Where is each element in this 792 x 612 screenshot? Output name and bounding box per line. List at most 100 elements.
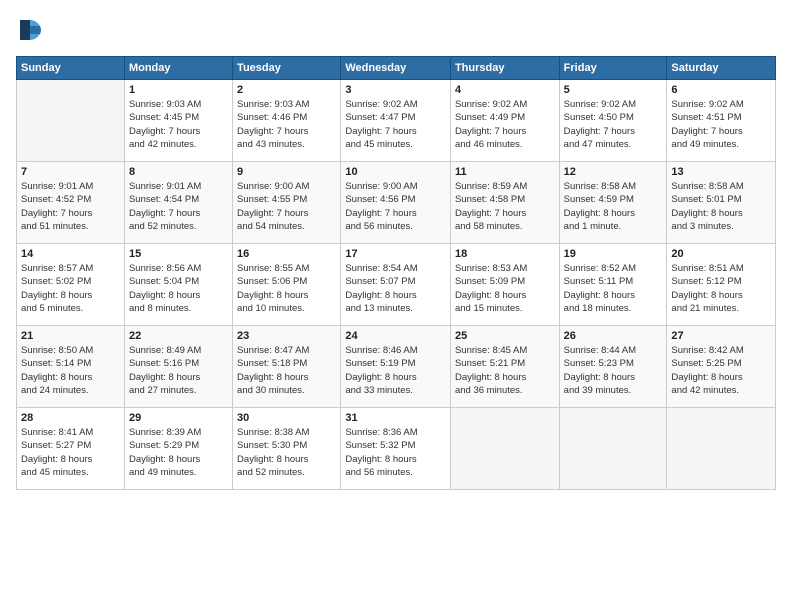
day-number: 15 (129, 248, 228, 260)
day-number: 24 (345, 330, 446, 342)
day-info: Sunrise: 8:51 AM Sunset: 5:12 PM Dayligh… (671, 262, 771, 315)
header (16, 16, 776, 44)
day-info: Sunrise: 9:01 AM Sunset: 4:52 PM Dayligh… (21, 180, 120, 233)
day-number: 27 (671, 330, 771, 342)
day-info: Sunrise: 8:52 AM Sunset: 5:11 PM Dayligh… (564, 262, 663, 315)
calendar-cell: 4Sunrise: 9:02 AM Sunset: 4:49 PM Daylig… (450, 80, 559, 162)
calendar-cell (17, 80, 125, 162)
day-info: Sunrise: 9:03 AM Sunset: 4:46 PM Dayligh… (237, 98, 336, 151)
calendar-cell: 8 Sunrise: 9:01 AM Sunset: 4:54 PM Daylig… (124, 162, 232, 244)
day-number: 3 (345, 84, 446, 96)
day-info: Sunrise: 8:55 AM Sunset: 5:06 PM Dayligh… (237, 262, 336, 315)
day-number: 31 (345, 412, 446, 424)
calendar-cell: 16Sunrise: 8:55 AM Sunset: 5:06 PM Dayli… (233, 244, 341, 326)
week-row-2: 7Sunrise: 9:01 AM Sunset: 4:52 PM Daylig… (17, 162, 776, 244)
day-info: Sunrise: 8:50 AM Sunset: 5:14 PM Dayligh… (21, 344, 120, 397)
day-number: 23 (237, 330, 336, 342)
logo-icon (16, 16, 44, 44)
week-row-5: 28 Sunrise: 8:41 AM Sunset: 5:27 PM Dayli… (17, 408, 776, 490)
week-row-1: 1 Sunrise: 9:03 AM Sunset: 4:45 PM Daylig… (17, 80, 776, 162)
day-number: 6 (671, 84, 771, 96)
day-number: 9 (237, 166, 336, 178)
day-info: Sunrise: 9:00 AM Sunset: 4:56 PM Dayligh… (345, 180, 446, 233)
day-number: 2 (237, 84, 336, 96)
calendar-header-row: SundayMondayTuesdayWednesdayThursdayFrid… (17, 57, 776, 80)
calendar-cell: 12Sunrise: 8:58 AM Sunset: 4:59 PM Dayli… (559, 162, 667, 244)
calendar-cell: 13 Sunrise: 8:58 AM Sunset: 5:01 PM Dayli… (667, 162, 776, 244)
day-info: Sunrise: 8:45 AM Sunset: 5:21 PM Dayligh… (455, 344, 555, 397)
calendar-cell: 11Sunrise: 8:59 AM Sunset: 4:58 PM Dayli… (450, 162, 559, 244)
day-number: 30 (237, 412, 336, 424)
calendar-cell: 29 Sunrise: 8:39 AM Sunset: 5:29 PM Dayli… (124, 408, 232, 490)
day-number: 5 (564, 84, 663, 96)
day-header-saturday: Saturday (667, 57, 776, 80)
calendar-cell: 28 Sunrise: 8:41 AM Sunset: 5:27 PM Dayli… (17, 408, 125, 490)
day-number: 28 (21, 412, 120, 424)
day-number: 10 (345, 166, 446, 178)
day-info: Sunrise: 8:56 AM Sunset: 5:04 PM Dayligh… (129, 262, 228, 315)
day-number: 20 (671, 248, 771, 260)
calendar-cell (559, 408, 667, 490)
day-info: Sunrise: 8:44 AM Sunset: 5:23 PM Dayligh… (564, 344, 663, 397)
calendar-cell: 19 Sunrise: 8:52 AM Sunset: 5:11 PM Dayli… (559, 244, 667, 326)
calendar-cell: 18Sunrise: 8:53 AM Sunset: 5:09 PM Dayli… (450, 244, 559, 326)
calendar: SundayMondayTuesdayWednesdayThursdayFrid… (16, 56, 776, 490)
day-info: Sunrise: 9:00 AM Sunset: 4:55 PM Dayligh… (237, 180, 336, 233)
day-info: Sunrise: 8:58 AM Sunset: 5:01 PM Dayligh… (671, 180, 771, 233)
day-number: 29 (129, 412, 228, 424)
week-row-4: 21 Sunrise: 8:50 AM Sunset: 5:14 PM Dayli… (17, 326, 776, 408)
day-number: 19 (564, 248, 663, 260)
day-number: 17 (345, 248, 446, 260)
day-info: Sunrise: 8:53 AM Sunset: 5:09 PM Dayligh… (455, 262, 555, 315)
day-header-monday: Monday (124, 57, 232, 80)
day-number: 1 (129, 84, 228, 96)
day-info: Sunrise: 8:58 AM Sunset: 4:59 PM Dayligh… (564, 180, 663, 233)
calendar-cell: 10 Sunrise: 9:00 AM Sunset: 4:56 PM Dayli… (341, 162, 451, 244)
logo (16, 16, 48, 44)
day-header-sunday: Sunday (17, 57, 125, 80)
calendar-cell: 7Sunrise: 9:01 AM Sunset: 4:52 PM Daylig… (17, 162, 125, 244)
calendar-cell: 6Sunrise: 9:02 AM Sunset: 4:51 PM Daylig… (667, 80, 776, 162)
calendar-cell: 22Sunrise: 8:49 AM Sunset: 5:16 PM Dayli… (124, 326, 232, 408)
calendar-cell (667, 408, 776, 490)
calendar-cell: 25 Sunrise: 8:45 AM Sunset: 5:21 PM Dayli… (450, 326, 559, 408)
calendar-cell: 9 Sunrise: 9:00 AM Sunset: 4:55 PM Daylig… (233, 162, 341, 244)
day-number: 21 (21, 330, 120, 342)
calendar-cell: 17Sunrise: 8:54 AM Sunset: 5:07 PM Dayli… (341, 244, 451, 326)
day-info: Sunrise: 9:02 AM Sunset: 4:47 PM Dayligh… (345, 98, 446, 151)
calendar-cell: 31 Sunrise: 8:36 AM Sunset: 5:32 PM Dayli… (341, 408, 451, 490)
day-number: 26 (564, 330, 663, 342)
day-header-friday: Friday (559, 57, 667, 80)
calendar-cell: 21 Sunrise: 8:50 AM Sunset: 5:14 PM Dayli… (17, 326, 125, 408)
day-number: 13 (671, 166, 771, 178)
day-info: Sunrise: 8:46 AM Sunset: 5:19 PM Dayligh… (345, 344, 446, 397)
day-info: Sunrise: 8:36 AM Sunset: 5:32 PM Dayligh… (345, 426, 446, 479)
calendar-cell: 26 Sunrise: 8:44 AM Sunset: 5:23 PM Dayli… (559, 326, 667, 408)
calendar-cell: 30 Sunrise: 8:38 AM Sunset: 5:30 PM Dayli… (233, 408, 341, 490)
day-number: 4 (455, 84, 555, 96)
calendar-cell: 20 Sunrise: 8:51 AM Sunset: 5:12 PM Dayli… (667, 244, 776, 326)
day-number: 14 (21, 248, 120, 260)
day-info: Sunrise: 8:49 AM Sunset: 5:16 PM Dayligh… (129, 344, 228, 397)
day-info: Sunrise: 8:42 AM Sunset: 5:25 PM Dayligh… (671, 344, 771, 397)
day-info: Sunrise: 8:57 AM Sunset: 5:02 PM Dayligh… (21, 262, 120, 315)
day-header-tuesday: Tuesday (233, 57, 341, 80)
calendar-cell: 24 Sunrise: 8:46 AM Sunset: 5:19 PM Dayli… (341, 326, 451, 408)
calendar-cell: 27 Sunrise: 8:42 AM Sunset: 5:25 PM Dayli… (667, 326, 776, 408)
day-info: Sunrise: 8:38 AM Sunset: 5:30 PM Dayligh… (237, 426, 336, 479)
day-info: Sunrise: 8:47 AM Sunset: 5:18 PM Dayligh… (237, 344, 336, 397)
day-info: Sunrise: 9:03 AM Sunset: 4:45 PM Dayligh… (129, 98, 228, 151)
calendar-cell (450, 408, 559, 490)
calendar-cell: 23 Sunrise: 8:47 AM Sunset: 5:18 PM Dayli… (233, 326, 341, 408)
calendar-cell: 5Sunrise: 9:02 AM Sunset: 4:50 PM Daylig… (559, 80, 667, 162)
day-info: Sunrise: 9:01 AM Sunset: 4:54 PM Dayligh… (129, 180, 228, 233)
day-header-wednesday: Wednesday (341, 57, 451, 80)
page: SundayMondayTuesdayWednesdayThursdayFrid… (0, 0, 792, 612)
day-number: 8 (129, 166, 228, 178)
day-info: Sunrise: 8:39 AM Sunset: 5:29 PM Dayligh… (129, 426, 228, 479)
week-row-3: 14 Sunrise: 8:57 AM Sunset: 5:02 PM Dayli… (17, 244, 776, 326)
day-info: Sunrise: 8:59 AM Sunset: 4:58 PM Dayligh… (455, 180, 555, 233)
day-info: Sunrise: 8:41 AM Sunset: 5:27 PM Dayligh… (21, 426, 120, 479)
day-number: 25 (455, 330, 555, 342)
calendar-cell: 3 Sunrise: 9:02 AM Sunset: 4:47 PM Daylig… (341, 80, 451, 162)
